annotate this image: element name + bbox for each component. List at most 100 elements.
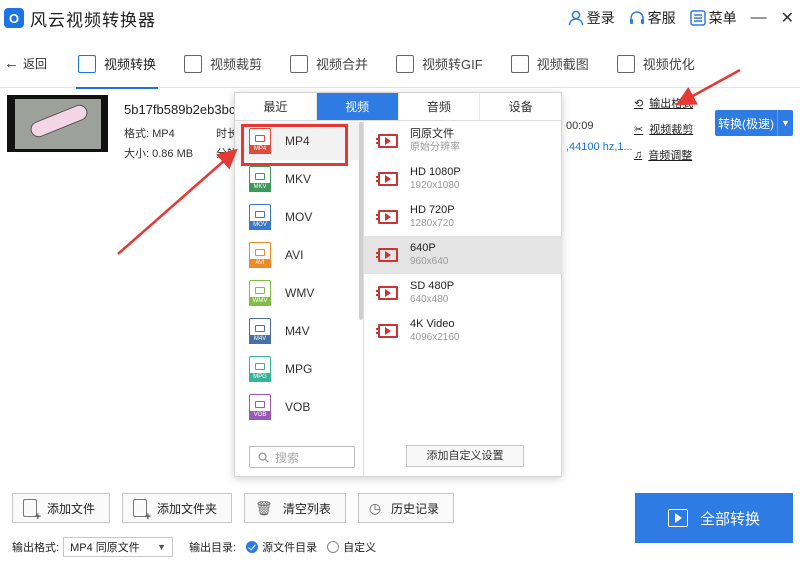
resolution-name: 同原文件	[410, 128, 454, 140]
output-format-link[interactable]: ⟲ 输出格式	[634, 95, 693, 111]
format-item-mov[interactable]: MOV MOV	[235, 198, 363, 236]
resolution-size: 1920x1080	[410, 180, 460, 191]
convert-all-button[interactable]: 全部转换	[635, 493, 793, 543]
highlight-box	[241, 124, 348, 166]
format-category-tabs: 最近 视频 音频 设备	[235, 93, 561, 121]
add-file-button[interactable]: 添加文件	[12, 493, 111, 523]
resolution-size: 640x480	[410, 294, 449, 305]
resolution-size: 960x640	[410, 256, 449, 267]
camera-glyph	[255, 211, 265, 218]
convert-button[interactable]: 转换(极速) ▼	[715, 110, 793, 136]
tab-device[interactable]: 设备	[480, 93, 561, 120]
output-format-value: MP4 同原文件	[70, 542, 140, 554]
tab-recent[interactable]: 最近	[235, 93, 317, 120]
audio-info: ,44100 hz,1...	[566, 141, 633, 153]
video-file-icon: MPG	[249, 356, 271, 382]
resolution-item[interactable]: SD 480P 640x480	[364, 274, 562, 312]
tab-video-merge[interactable]: 视频合并	[276, 40, 382, 88]
resolution-text: HD 720P 1280x720	[410, 203, 455, 231]
arrow-to-mp4	[117, 148, 238, 255]
tab-label: 视频转GIF	[422, 57, 483, 72]
video-file-icon: WMV	[249, 280, 271, 306]
tab-video-optimize[interactable]: 视频优化	[603, 40, 709, 88]
tab-audio[interactable]: 音频	[399, 93, 481, 120]
tab-video-screenshot[interactable]: 视频截图	[497, 40, 603, 88]
app-title: 风云视频转换器	[30, 10, 156, 30]
login-label: 登录	[586, 10, 615, 26]
camera-glyph	[255, 173, 265, 180]
convert-all-label: 全部转换	[699, 510, 760, 528]
tab-video[interactable]: 视频	[316, 93, 399, 120]
menu-label: 菜单	[708, 10, 737, 26]
format-item-m4v[interactable]: M4V M4V	[235, 312, 363, 350]
resolution-item[interactable]: HD 720P 1280x720	[364, 198, 562, 236]
thumbnail-frame	[15, 99, 101, 149]
thumbnail-subject	[28, 102, 90, 140]
tab-video-crop[interactable]: 视频裁剪	[170, 40, 276, 88]
format-tag: MOV	[249, 221, 271, 230]
resolution-name: SD 480P	[410, 280, 455, 292]
add-file-label: 添加文件	[47, 501, 96, 516]
history-button[interactable]: ◷ 历史记录	[357, 493, 455, 523]
service-label: 客服	[647, 10, 676, 26]
minimize-button[interactable]: —	[751, 9, 767, 27]
source-dir-label: 源文件目录	[262, 542, 318, 554]
film-icon	[376, 248, 398, 262]
search-icon	[258, 451, 269, 463]
clear-list-button[interactable]: 🗑 清空列表	[244, 493, 346, 523]
radio-unchecked-icon	[327, 541, 340, 553]
output-dir-caption: 输出目录:	[189, 542, 237, 554]
format-item-wmv[interactable]: WMV WMV	[235, 274, 363, 312]
custom-dir-radio[interactable]: 自定义	[327, 539, 376, 555]
output-format-select[interactable]: MP4 同原文件 ▼	[63, 537, 174, 557]
convert-label: 转换(极速)	[718, 116, 774, 131]
video-file-icon: MKV	[249, 166, 271, 192]
login-button[interactable]: 登录	[568, 8, 615, 28]
output-format-caption: 输出格式:	[12, 542, 60, 554]
tab-video-convert[interactable]: 视频转换	[64, 40, 170, 89]
tab-label: 视频裁剪	[210, 57, 263, 72]
camera-glyph	[255, 325, 265, 332]
headset-icon	[629, 11, 644, 24]
audio-adjust-link[interactable]: ♫ 音频调整	[634, 147, 693, 163]
video-convert-icon	[78, 54, 96, 73]
chevron-down-icon[interactable]: ▼	[777, 110, 793, 136]
add-folder-icon	[133, 499, 151, 523]
source-dir-radio[interactable]: 源文件目录	[246, 539, 317, 555]
video-crop-link[interactable]: ✂ 视频裁剪	[634, 121, 693, 137]
add-file-icon	[23, 499, 41, 523]
back-button[interactable]: ← 返回	[4, 55, 64, 72]
video-thumbnail[interactable]	[7, 95, 108, 152]
refresh-icon: ⟲	[634, 97, 644, 110]
format-name: MPG	[285, 362, 313, 376]
format-name: MKV	[285, 172, 312, 186]
format-item-avi[interactable]: AVI AVI	[235, 236, 363, 274]
clock-icon: ◷	[368, 499, 382, 516]
format-item-vob[interactable]: VOB VOB	[235, 388, 363, 426]
resolution-item[interactable]: 4K Video 4096x2160	[364, 312, 562, 350]
file-size: 大小: 0.86 MB	[124, 148, 194, 160]
format-tag: WMV	[249, 297, 271, 306]
close-button[interactable]: ✕	[781, 8, 794, 28]
add-folder-button[interactable]: 添加文件夹	[122, 493, 233, 523]
top-actions: 登录 客服 菜单 — ✕	[568, 0, 794, 36]
video-merge-icon	[290, 54, 309, 73]
format-search-input[interactable]: 搜索	[249, 446, 355, 468]
menu-button[interactable]: 菜单	[689, 8, 737, 28]
scissors-icon: ✂	[634, 123, 644, 136]
resolution-text: 同原文件 原始分辨率	[410, 127, 460, 155]
resolution-item[interactable]: HD 1080P 1920x1080	[364, 160, 562, 198]
format-list: MP4 MP4 MKV MKV MOV MOV AVI AVI WMV WMV M4V M4V MPG M…	[235, 122, 363, 452]
resolution-item[interactable]: 640P 960x640	[364, 236, 562, 274]
radio-checked-icon	[246, 541, 259, 553]
service-button[interactable]: 客服	[629, 8, 676, 28]
output-format-label: 输出格式	[649, 98, 694, 110]
add-custom-settings-button[interactable]: 添加自定义设置	[406, 445, 524, 467]
music-icon: ♫	[634, 149, 643, 161]
format-item-mpg[interactable]: MPG MPG	[235, 350, 363, 388]
resolution-item[interactable]: 同原文件 原始分辨率	[364, 122, 562, 160]
film-icon	[376, 210, 398, 224]
tab-video-to-gif[interactable]: 视频转GIF	[382, 40, 497, 88]
tab-label: 视频合并	[316, 57, 369, 72]
video-crop-label: 视频裁剪	[649, 124, 694, 136]
